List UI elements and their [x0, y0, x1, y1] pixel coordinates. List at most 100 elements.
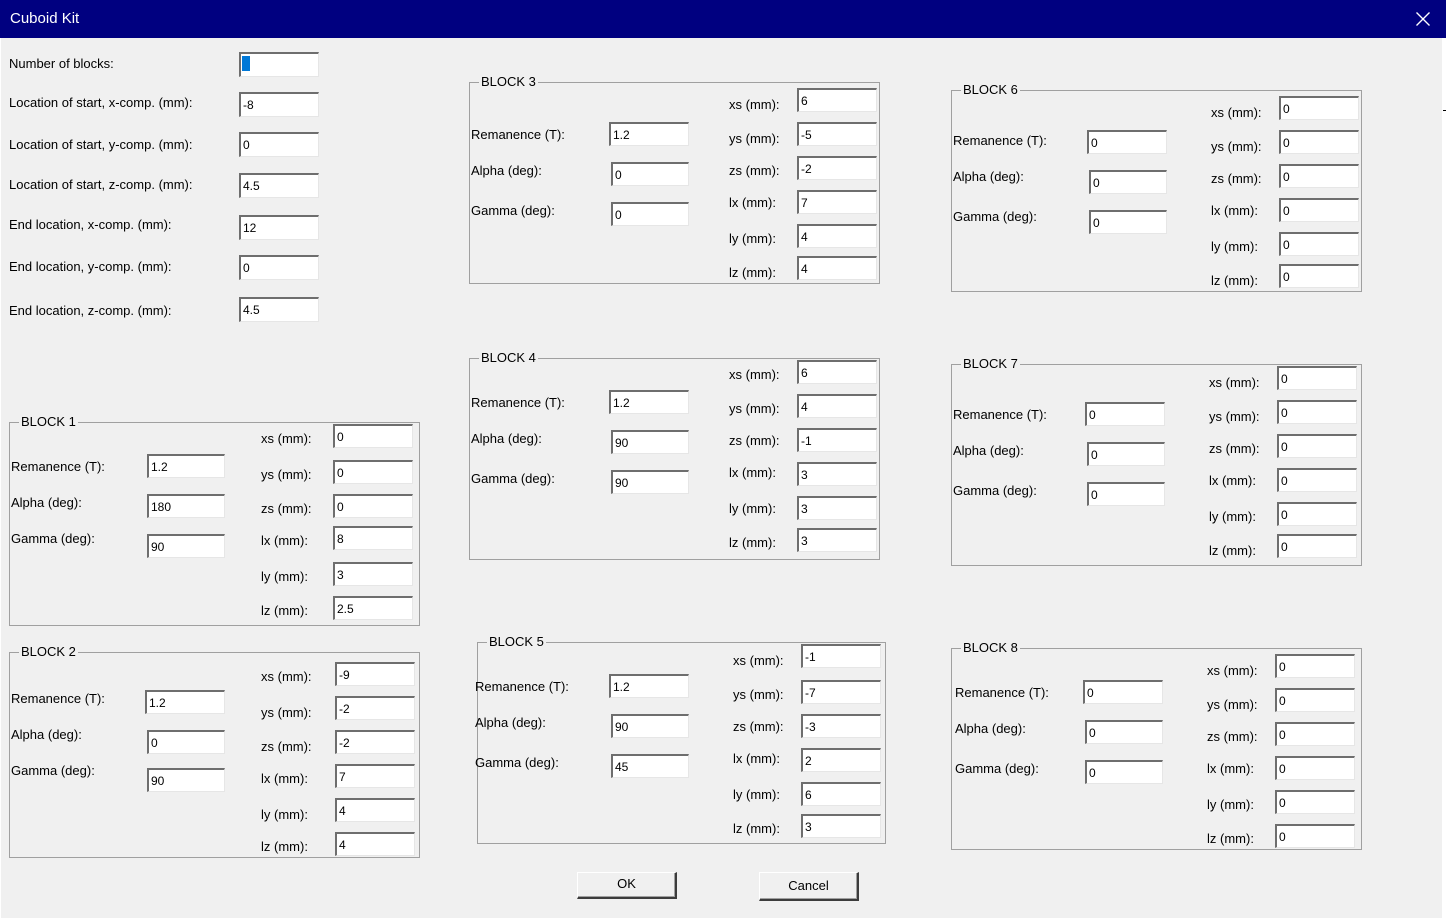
lz-input[interactable]	[797, 256, 877, 280]
gamma-input[interactable]	[1085, 760, 1163, 784]
start-y-input[interactable]	[239, 132, 319, 157]
zs-input[interactable]	[797, 428, 877, 452]
xs-input[interactable]	[1275, 654, 1355, 678]
xs-input[interactable]	[801, 644, 881, 668]
zs-input[interactable]	[1277, 434, 1357, 458]
ly-input[interactable]	[797, 224, 877, 248]
alpha-input[interactable]	[1087, 442, 1165, 466]
window-title: Cuboid Kit	[10, 10, 80, 27]
ly-input[interactable]	[1275, 790, 1355, 814]
lz-input[interactable]	[797, 528, 877, 552]
ly-input[interactable]	[333, 562, 413, 586]
zs-label: zs (mm):	[1211, 171, 1262, 186]
block-title: BLOCK 5	[487, 634, 546, 650]
remanence-input[interactable]	[609, 390, 689, 414]
lz-input[interactable]	[1277, 534, 1357, 558]
ys-input[interactable]	[335, 696, 415, 720]
gamma-input[interactable]	[611, 470, 689, 494]
ly-label: ly (mm):	[261, 569, 308, 584]
remanence-input[interactable]	[609, 122, 689, 146]
lx-input[interactable]	[1277, 468, 1357, 492]
ys-input[interactable]	[797, 394, 877, 418]
ok-button[interactable]: OK	[577, 872, 677, 899]
gamma-input[interactable]	[1087, 482, 1165, 506]
xs-label: xs (mm):	[1209, 375, 1260, 390]
ys-input[interactable]	[797, 122, 877, 146]
zs-input[interactable]	[1279, 164, 1359, 188]
zs-input[interactable]	[335, 730, 415, 754]
lz-input[interactable]	[801, 814, 881, 838]
gamma-label: Gamma (deg):	[11, 531, 95, 546]
ly-input[interactable]	[335, 798, 415, 822]
ly-input[interactable]	[1277, 502, 1357, 526]
alpha-input[interactable]	[1085, 720, 1163, 744]
gamma-input[interactable]	[611, 202, 689, 226]
xs-input[interactable]	[335, 662, 415, 686]
lx-input[interactable]	[333, 526, 413, 550]
remanence-input[interactable]	[1083, 680, 1163, 704]
xs-input[interactable]	[797, 88, 877, 112]
general-label-num-blocks: Number of blocks:	[9, 56, 114, 71]
lx-input[interactable]	[801, 748, 881, 772]
ys-input[interactable]	[1275, 688, 1355, 712]
lx-input[interactable]	[1275, 756, 1355, 780]
ys-input[interactable]	[1279, 130, 1359, 154]
end-y-input[interactable]	[239, 255, 319, 280]
ly-input[interactable]	[1279, 232, 1359, 256]
gamma-label: Gamma (deg):	[953, 483, 1037, 498]
ys-input[interactable]	[333, 460, 413, 484]
lx-input[interactable]	[797, 462, 877, 486]
close-button[interactable]	[1400, 0, 1446, 38]
num-blocks-input[interactable]	[239, 52, 319, 77]
gamma-input[interactable]	[147, 768, 225, 792]
zs-label: zs (mm):	[733, 719, 784, 734]
alpha-input[interactable]	[611, 430, 689, 454]
remanence-input[interactable]	[609, 674, 689, 698]
zs-input[interactable]	[801, 714, 881, 738]
zs-input[interactable]	[797, 156, 877, 180]
cancel-button[interactable]: Cancel	[759, 872, 859, 901]
lz-input[interactable]	[335, 832, 415, 856]
xs-input[interactable]	[333, 424, 413, 448]
ly-input[interactable]	[797, 496, 877, 520]
start-x-input[interactable]	[239, 92, 319, 117]
alpha-input[interactable]	[147, 494, 225, 518]
ys-label: ys (mm):	[261, 705, 312, 720]
alpha-input[interactable]	[611, 162, 689, 186]
remanence-input[interactable]	[147, 454, 225, 478]
alpha-label: Alpha (deg):	[11, 495, 82, 510]
alpha-input[interactable]	[611, 714, 689, 738]
end-x-input[interactable]	[239, 215, 319, 240]
ys-label: ys (mm):	[1209, 409, 1260, 424]
remanence-input[interactable]	[145, 690, 225, 714]
start-z-input[interactable]	[239, 173, 319, 198]
remanence-input[interactable]	[1087, 130, 1167, 154]
gamma-input[interactable]	[147, 534, 225, 558]
ys-input[interactable]	[1277, 400, 1357, 424]
gamma-input[interactable]	[611, 754, 689, 778]
ys-label: ys (mm):	[1207, 697, 1258, 712]
alpha-input[interactable]	[147, 730, 225, 754]
lz-input[interactable]	[333, 596, 413, 620]
lx-input[interactable]	[335, 764, 415, 788]
remanence-input[interactable]	[1085, 402, 1165, 426]
general-label-end-z: End location, z-comp. (mm):	[9, 303, 172, 318]
lx-input[interactable]	[797, 190, 877, 214]
xs-input[interactable]	[797, 360, 877, 384]
ly-input[interactable]	[801, 782, 881, 806]
xs-input[interactable]	[1277, 366, 1357, 390]
title-bar[interactable]: Cuboid Kit	[0, 0, 1446, 38]
zs-input[interactable]	[333, 494, 413, 518]
ys-input[interactable]	[801, 680, 881, 704]
end-z-input[interactable]	[239, 297, 319, 322]
zs-label: zs (mm):	[729, 163, 780, 178]
zs-input[interactable]	[1275, 722, 1355, 746]
gamma-input[interactable]	[1089, 210, 1167, 234]
alpha-input[interactable]	[1089, 170, 1167, 194]
lx-input[interactable]	[1279, 198, 1359, 222]
lx-label: lx (mm):	[261, 533, 308, 548]
lz-label: lz (mm):	[1209, 543, 1256, 558]
lz-input[interactable]	[1275, 824, 1355, 848]
xs-input[interactable]	[1279, 96, 1359, 120]
lz-input[interactable]	[1279, 264, 1359, 288]
